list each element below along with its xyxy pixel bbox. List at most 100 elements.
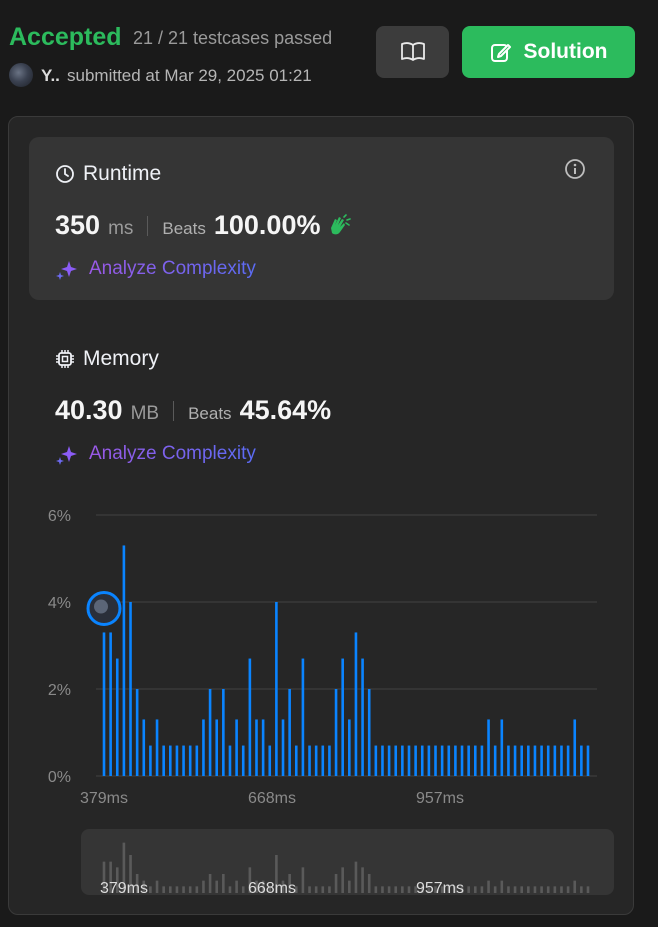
chart-bar: [460, 745, 464, 776]
mini-bar: [301, 867, 305, 893]
chart-bar: [434, 745, 437, 776]
chart-bar: [261, 719, 265, 776]
chart-bar: [381, 745, 384, 776]
mini-bar: [361, 867, 364, 893]
chart-bar: [467, 745, 470, 776]
memory-distribution-chart[interactable]: 6% 4% 2% 0% 379ms 668ms 957ms 379ms 668ms 957ms: [0, 0, 658, 927]
chart-bar: [175, 745, 179, 776]
mini-bar: [493, 886, 497, 893]
chart-bar: [473, 745, 477, 776]
mini-bar: [367, 874, 371, 893]
chart-bar: [169, 745, 172, 776]
chart-bar: [208, 689, 212, 776]
chart-bar: [427, 745, 431, 776]
mini-bar: [241, 886, 245, 893]
chart-bar: [294, 745, 298, 776]
mini-bar: [182, 886, 185, 893]
chart-bar: [228, 745, 232, 776]
mini-bar: [533, 886, 537, 893]
mini-bar: [394, 886, 398, 893]
mini-bar: [540, 886, 543, 893]
chart-bar: [202, 719, 205, 776]
chart-bar: [407, 745, 411, 776]
mini-bar: [573, 880, 577, 893]
mini-bar: [162, 886, 165, 893]
chart-bar: [341, 658, 344, 776]
chart-bar: [155, 719, 159, 776]
chart-bar: [308, 745, 311, 776]
chart-bar: [420, 745, 424, 776]
mini-bar: [348, 880, 351, 893]
chart-bar: [248, 658, 252, 776]
mini-bar: [222, 874, 225, 893]
chart-bar: [540, 745, 543, 776]
mini-bar: [321, 886, 325, 893]
chart-bar: [115, 658, 119, 776]
chart-bar: [102, 632, 106, 776]
mini-bar: [520, 886, 523, 893]
mini-bar: [480, 886, 484, 893]
y-tick-label: 0%: [48, 769, 71, 786]
mini-bar: [387, 886, 391, 893]
mini-x-tick-label: 957ms: [416, 880, 464, 897]
chart-bar: [195, 745, 199, 776]
chart-bar: [288, 689, 291, 776]
mini-bar: [527, 886, 530, 893]
chart-bar: [414, 745, 417, 776]
chart-bar: [241, 745, 245, 776]
mini-bar: [467, 886, 470, 893]
mini-bar: [208, 874, 212, 893]
mini-bar: [374, 886, 378, 893]
chart-bar: [546, 745, 550, 776]
mini-bar: [553, 886, 557, 893]
user-marker-avatar-detail: [94, 599, 108, 614]
chart-bar: [454, 745, 457, 776]
chart-bar: [301, 658, 305, 776]
mini-x-tick-label: 379ms: [100, 880, 148, 897]
chart-bar: [527, 745, 530, 776]
chart-bar: [215, 719, 219, 776]
mini-bar: [354, 861, 358, 893]
mini-bar: [169, 886, 172, 893]
chart-bar: [487, 719, 490, 776]
mini-bar: [487, 880, 490, 893]
chart-bar: [162, 745, 165, 776]
mini-bar: [188, 886, 192, 893]
mini-bar: [381, 886, 384, 893]
chart-bar: [188, 745, 192, 776]
mini-bar: [308, 886, 311, 893]
mini-bar: [500, 880, 504, 893]
mini-x-tick-label: 668ms: [248, 880, 296, 897]
chart-bar: [129, 602, 132, 776]
chart-bar: [182, 745, 185, 776]
mini-bar: [586, 886, 590, 893]
chart-bar: [354, 632, 358, 776]
chart-bar: [281, 719, 285, 776]
mini-bar: [314, 886, 318, 893]
mini-bar: [473, 886, 477, 893]
chart-bar: [553, 745, 557, 776]
chart-bar: [314, 745, 318, 776]
chart-bar: [513, 745, 517, 776]
chart-bar: [275, 602, 278, 776]
chart-bar: [109, 632, 112, 776]
chart-bar: [401, 745, 404, 776]
mini-bar: [507, 886, 510, 893]
chart-bar: [135, 689, 139, 776]
chart-bar: [447, 745, 451, 776]
mini-bar: [580, 886, 583, 893]
mini-bar: [513, 886, 517, 893]
mini-bar: [215, 880, 219, 893]
mini-bar: [560, 886, 563, 893]
x-tick-label: 668ms: [248, 790, 296, 807]
chart-bar: [440, 745, 444, 776]
chart-bar: [222, 689, 225, 776]
mini-bar: [328, 886, 331, 893]
chart-bar: [348, 719, 351, 776]
chart-bar: [394, 745, 398, 776]
chart-bar: [580, 745, 583, 776]
chart-bar: [361, 658, 364, 776]
mini-bar: [341, 867, 344, 893]
mini-bar: [407, 886, 411, 893]
chart-bar: [149, 745, 152, 776]
